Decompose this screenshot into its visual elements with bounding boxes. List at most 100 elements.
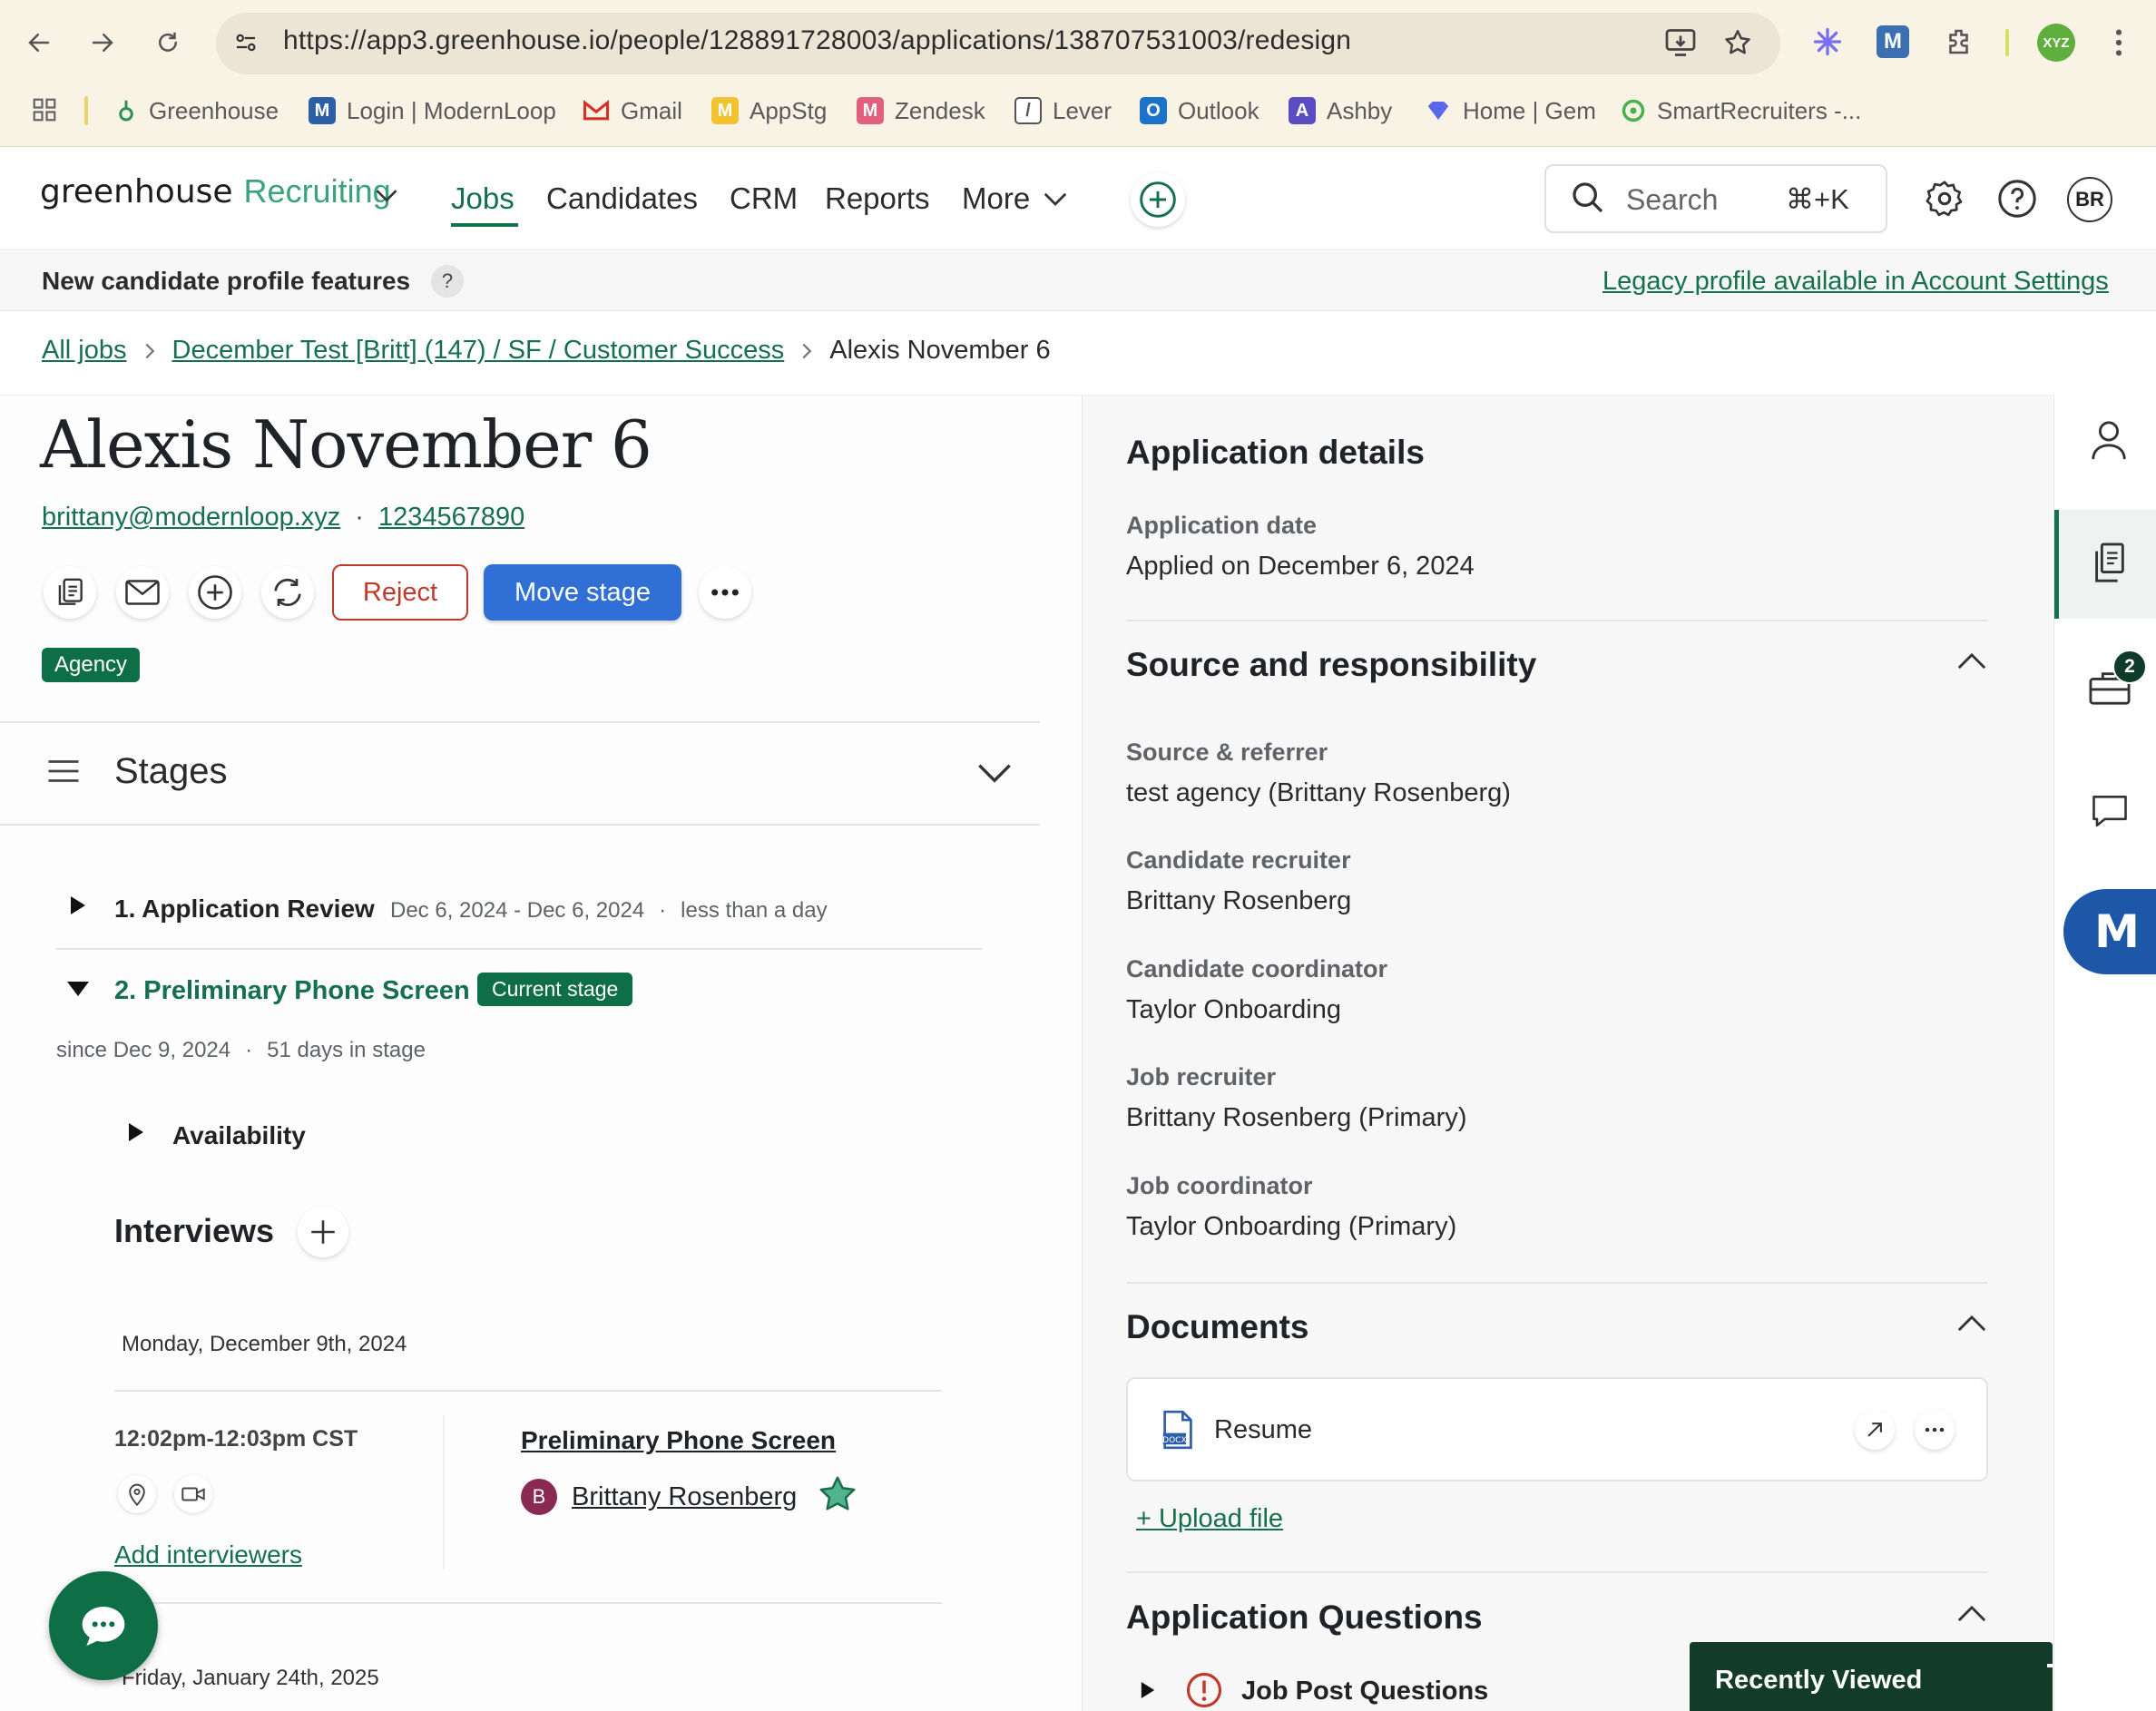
- agency-tag: Agency: [42, 648, 141, 682]
- legacy-profile-link[interactable]: Legacy profile available in Account Sett…: [1602, 267, 2109, 297]
- mail-icon: [125, 580, 160, 605]
- bookmark-ashby[interactable]: A Ashby: [1289, 91, 1392, 131]
- bookmark-modernloop[interactable]: M Login | ModernLoop: [309, 91, 556, 131]
- banner-help-icon[interactable]: ?: [431, 265, 464, 298]
- transfer-button[interactable]: [261, 566, 314, 619]
- nav-more[interactable]: More: [962, 181, 1030, 216]
- stage-1-name[interactable]: 1. Application Review: [114, 895, 375, 924]
- greenhouse-logo[interactable]: greenhouse Recruiting: [40, 172, 391, 210]
- profile-avatar[interactable]: XYZ: [2037, 24, 2075, 62]
- apps-grid-icon[interactable]: [31, 96, 58, 123]
- plus-icon: [311, 1220, 335, 1244]
- stage-2-name[interactable]: 2. Preliminary Phone Screen: [114, 976, 470, 1006]
- bookmark-appstg[interactable]: M AppStg: [711, 91, 827, 131]
- interview-date-1: Monday, December 9th, 2024: [122, 1332, 407, 1356]
- stage-2-days: 51 days in stage: [267, 1038, 426, 1062]
- divider: [0, 721, 1040, 723]
- resume-label[interactable]: Resume: [1214, 1415, 1312, 1445]
- reload-icon[interactable]: [147, 22, 189, 64]
- nav-crm[interactable]: CRM: [730, 181, 798, 216]
- recently-viewed-title[interactable]: Recently Viewed: [1715, 1666, 1922, 1696]
- meta-separator: ·: [659, 898, 667, 923]
- nav-reports[interactable]: Reports: [825, 181, 930, 216]
- job-post-questions[interactable]: Job Post Questions: [1241, 1677, 1488, 1706]
- zendesk-bookmark-icon: M: [857, 97, 884, 124]
- questions-collapse-chevron-icon[interactable]: [1956, 1604, 1987, 1624]
- candidate-email[interactable]: brittany@modernloop.xyz: [42, 503, 340, 533]
- add-interviewers-link[interactable]: Add interviewers: [114, 1540, 302, 1569]
- extension-sparkle-icon[interactable]: [1811, 25, 1844, 58]
- bookmark-outlook[interactable]: O Outlook: [1140, 91, 1259, 131]
- documents-collapse-chevron-icon[interactable]: [1956, 1314, 1987, 1334]
- interview-name-link[interactable]: Preliminary Phone Screen: [521, 1426, 836, 1455]
- install-app-icon[interactable]: [1664, 27, 1697, 58]
- breadcrumb-job[interactable]: December Test [Britt] (147) / SF / Custo…: [172, 336, 785, 366]
- documents-icon[interactable]: [2091, 543, 2127, 584]
- modernloop-launcher[interactable]: M: [2063, 889, 2156, 974]
- person-icon[interactable]: [2091, 419, 2127, 461]
- back-icon[interactable]: [18, 22, 60, 64]
- divider: [114, 1602, 942, 1604]
- extensions-puzzle-icon[interactable]: [1944, 25, 1976, 58]
- expand-caret-icon[interactable]: [127, 1121, 145, 1143]
- greenhouse-bookmark-icon: [114, 97, 138, 124]
- stages-collapse-chevron-icon[interactable]: [976, 762, 1013, 784]
- upload-file-link[interactable]: + Upload file: [1136, 1504, 1283, 1534]
- modernloop-bookmark-icon: M: [309, 97, 336, 124]
- star-icon[interactable]: [817, 1473, 858, 1515]
- nav-jobs[interactable]: Jobs: [451, 181, 514, 216]
- comment-icon[interactable]: [2091, 793, 2129, 829]
- quick-add-button[interactable]: [1131, 172, 1185, 227]
- product-switcher-chevron-icon[interactable]: [374, 187, 399, 205]
- site-settings-icon[interactable]: [232, 29, 260, 56]
- contact-separator: ·: [355, 503, 364, 532]
- availability-toggle[interactable]: Availability: [172, 1121, 306, 1150]
- ashby-bookmark-icon: A: [1289, 97, 1316, 124]
- stages-menu-icon[interactable]: [47, 758, 80, 784]
- interviewer-name-link[interactable]: Brittany Rosenberg: [572, 1482, 797, 1512]
- stage-2-since: since Dec 9, 2024: [56, 1038, 231, 1062]
- breadcrumb-all-jobs[interactable]: All jobs: [42, 336, 127, 366]
- stages-title: Stages: [114, 751, 228, 791]
- forward-icon[interactable]: [82, 22, 123, 64]
- help-icon[interactable]: [1996, 178, 2038, 220]
- add-button[interactable]: [189, 566, 241, 619]
- more-actions-button[interactable]: [699, 566, 751, 619]
- video-camera-icon[interactable]: [174, 1475, 212, 1513]
- modernloop-extension-icon[interactable]: M: [1877, 25, 1909, 58]
- bookmark-greenhouse[interactable]: Greenhouse: [114, 91, 279, 131]
- browser-menu-icon[interactable]: [2114, 27, 2123, 58]
- email-button[interactable]: [116, 566, 169, 619]
- ellipsis-icon: [1925, 1427, 1945, 1432]
- expand-caret-icon[interactable]: [69, 895, 87, 916]
- candidate-phone[interactable]: 1234567890: [378, 503, 524, 533]
- user-avatar[interactable]: BR: [2067, 177, 2112, 222]
- chat-support-button[interactable]: [49, 1571, 158, 1680]
- bookmark-zendesk[interactable]: M Zendesk: [857, 91, 985, 131]
- bookmark-lever[interactable]: / Lever: [1014, 91, 1112, 131]
- bookmark-gem[interactable]: Home | Gem: [1425, 91, 1596, 131]
- settings-gear-icon[interactable]: [1924, 178, 1965, 220]
- bookmark-gmail[interactable]: Gmail: [583, 91, 682, 131]
- more-chevron-icon[interactable]: [1042, 191, 1069, 209]
- bookmark-star-icon[interactable]: [1722, 27, 1753, 58]
- add-interview-button[interactable]: [298, 1207, 348, 1257]
- expand-caret-icon[interactable]: [1140, 1680, 1156, 1700]
- breadcrumb: All jobs December Test [Britt] (147) / S…: [42, 336, 1051, 366]
- location-pin-icon[interactable]: [118, 1475, 156, 1513]
- nav-candidates[interactable]: Candidates: [546, 181, 698, 216]
- move-stage-button[interactable]: Move stage: [484, 564, 681, 621]
- resume-more-button[interactable]: [1915, 1410, 1955, 1450]
- copy-button[interactable]: [44, 566, 96, 619]
- outlook-bookmark-icon: O: [1140, 97, 1167, 124]
- open-resume-button[interactable]: [1855, 1410, 1895, 1450]
- source-collapse-chevron-icon[interactable]: [1956, 651, 1987, 671]
- reject-button[interactable]: Reject: [332, 564, 468, 621]
- source-value: test agency (Brittany Rosenberg): [1126, 778, 1511, 807]
- appstg-bookmark-icon: M: [711, 97, 739, 124]
- divider: [56, 948, 982, 950]
- url-text[interactable]: https://app3.greenhouse.io/people/128891…: [283, 25, 1351, 56]
- collapse-caret-icon[interactable]: [65, 980, 91, 998]
- bookmark-label: Gmail: [621, 96, 682, 124]
- bookmark-smartrecruiters[interactable]: SmartRecruiters -...: [1621, 91, 1861, 131]
